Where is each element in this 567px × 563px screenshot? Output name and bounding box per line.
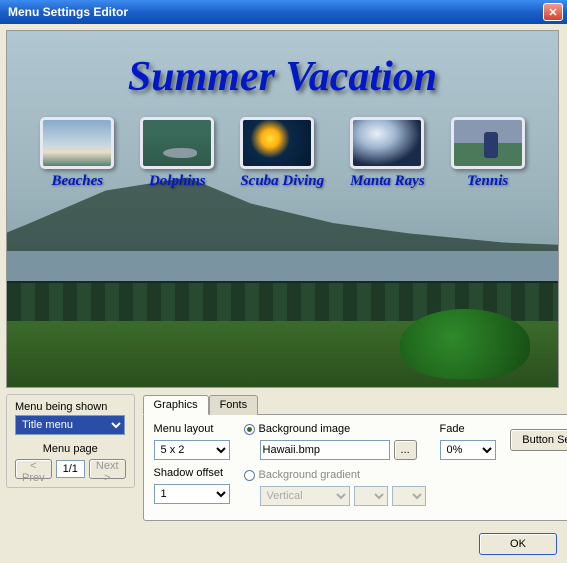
- title-bar: Menu Settings Editor ✕: [0, 0, 567, 24]
- ok-button[interactable]: OK: [479, 533, 557, 555]
- close-icon: ✕: [548, 6, 557, 19]
- button-settings-button[interactable]: Button Settings: [510, 429, 567, 451]
- bg-image-field[interactable]: [260, 440, 390, 460]
- thumbnail-row: Beaches Dolphins Scuba Diving Manta Rays…: [7, 117, 558, 190]
- menu-shown-select[interactable]: Title menu: [15, 415, 125, 435]
- tab-fonts[interactable]: Fonts: [209, 395, 259, 415]
- close-button[interactable]: ✕: [543, 3, 563, 21]
- thumb-label: Tennis: [451, 173, 525, 190]
- bg-gradient-label: Background gradient: [259, 469, 361, 481]
- bg-image-radio[interactable]: Background image: [244, 423, 426, 435]
- radio-on-icon: [244, 424, 255, 435]
- fade-label: Fade: [440, 423, 496, 435]
- tab-strip: Graphics Fonts: [143, 395, 567, 415]
- menu-title: Summer Vacation: [7, 53, 558, 101]
- thumb-image-tennis: [451, 117, 525, 169]
- thumb-label: Manta Rays: [350, 173, 425, 190]
- gradient-direction-select[interactable]: Vertical: [260, 486, 350, 506]
- menu-layout-select[interactable]: 5 x 2: [154, 440, 230, 460]
- fade-select[interactable]: 0%: [440, 440, 496, 460]
- thumb-item[interactable]: Scuba Diving: [240, 117, 324, 190]
- thumb-item[interactable]: Beaches: [40, 117, 114, 190]
- tab-graphics[interactable]: Graphics: [143, 395, 209, 415]
- thumb-image-dolphins: [140, 117, 214, 169]
- thumb-label: Dolphins: [140, 173, 214, 190]
- gradient-color2-select[interactable]: [392, 486, 426, 506]
- page-indicator: 1/1: [56, 460, 85, 478]
- thumb-image-beaches: [40, 117, 114, 169]
- thumb-item[interactable]: Tennis: [451, 117, 525, 190]
- menu-preview: Summer Vacation Beaches Dolphins Scuba D…: [6, 30, 559, 388]
- bg-image-label: Background image: [259, 423, 351, 435]
- window-title: Menu Settings Editor: [8, 5, 543, 19]
- bg-gradient-radio[interactable]: Background gradient: [244, 469, 426, 481]
- menu-shown-panel: Menu being shown Title menu Menu page < …: [6, 394, 135, 488]
- radio-off-icon: [244, 470, 255, 481]
- preview-bg-bush: [400, 309, 530, 379]
- shadow-offset-label: Shadow offset: [154, 467, 230, 479]
- prev-page-button[interactable]: < Prev: [15, 459, 52, 479]
- menu-layout-label: Menu layout: [154, 423, 230, 435]
- graphics-tab-panel: Menu layout 5 x 2 Shadow offset 1 Backgr…: [143, 414, 567, 521]
- next-page-button[interactable]: Next >: [89, 459, 126, 479]
- gradient-color1-select[interactable]: [354, 486, 388, 506]
- menu-page-label: Menu page: [15, 443, 126, 455]
- thumb-item[interactable]: Dolphins: [140, 117, 214, 190]
- thumb-item[interactable]: Manta Rays: [350, 117, 425, 190]
- thumb-label: Scuba Diving: [240, 173, 324, 190]
- browse-button[interactable]: ...: [394, 440, 417, 460]
- thumb-image-manta: [350, 117, 424, 169]
- shadow-offset-select[interactable]: 1: [154, 484, 230, 504]
- thumb-label: Beaches: [40, 173, 114, 190]
- thumb-image-scuba: [240, 117, 314, 169]
- menu-shown-label: Menu being shown: [15, 401, 126, 413]
